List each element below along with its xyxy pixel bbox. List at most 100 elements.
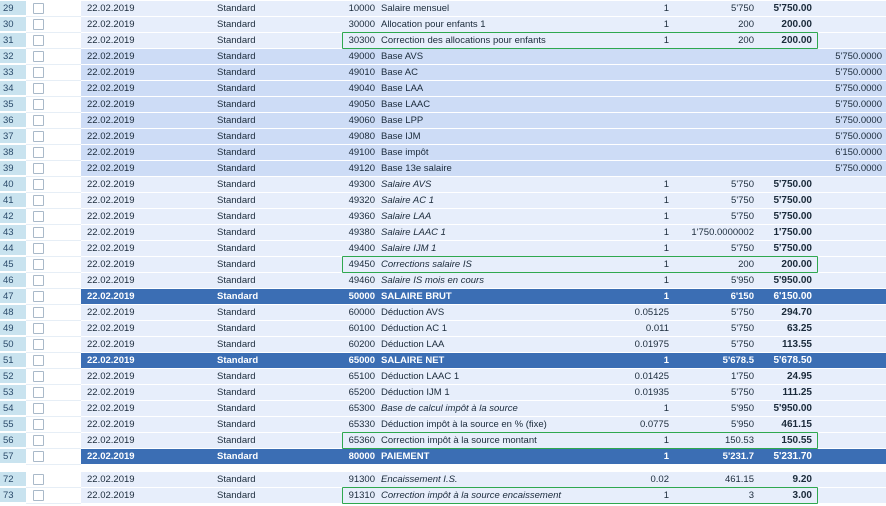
row-checkbox[interactable]	[33, 67, 44, 78]
cell-type: Standard	[217, 51, 256, 62]
row-checkbox[interactable]	[33, 490, 44, 501]
row-checkbox[interactable]	[33, 19, 44, 30]
cell-desc: Déduction AC 1	[381, 323, 448, 334]
row-select-cell	[26, 17, 81, 33]
row-checkbox[interactable]	[33, 435, 44, 446]
table-row[interactable]: 41 22.02.2019 Standard 49320 Salaire AC 1 1 5'…	[0, 193, 886, 209]
table-row[interactable]: 54 22.02.2019 Standard 65300 Base de calcul …	[0, 401, 886, 417]
cell-qty: 1	[663, 435, 669, 446]
table-row[interactable]: 32 22.02.2019 Standard 49000 Base AVS 5'750.0…	[0, 49, 886, 65]
row-checkbox[interactable]	[33, 339, 44, 350]
cell-qty: 0.011	[645, 323, 669, 334]
cell-type: Standard	[217, 474, 256, 485]
table-row[interactable]: 72 22.02.2019 Standard 91300 Encaissement I.…	[0, 472, 886, 488]
row-checkbox[interactable]	[33, 51, 44, 62]
row-checkbox[interactable]	[33, 419, 44, 430]
cell-code: 91300	[348, 474, 375, 485]
row-number: 36	[0, 113, 26, 128]
table-row[interactable]: 38 22.02.2019 Standard 49100 Base impôt 6'150…	[0, 145, 886, 161]
cell-desc: Salaire AC 1	[381, 195, 434, 206]
row-checkbox[interactable]	[33, 115, 44, 126]
row-cells: 22.02.2019 Standard 49120 Base 13e salaire 5…	[81, 161, 886, 177]
row-checkbox[interactable]	[33, 163, 44, 174]
table-row[interactable]: 56 22.02.2019 Standard 65360 Correction impô…	[0, 432, 886, 449]
row-checkbox[interactable]	[33, 403, 44, 414]
cell-type: Standard	[217, 275, 256, 286]
row-checkbox[interactable]	[33, 371, 44, 382]
table-row[interactable]: 52 22.02.2019 Standard 65100 Déduction LAAC …	[0, 369, 886, 385]
table-row[interactable]: 49 22.02.2019 Standard 60100 Déduction AC 1 0…	[0, 321, 886, 337]
cell-amt: 294.70	[781, 307, 812, 318]
row-number: 39	[0, 161, 26, 176]
table-row[interactable]: 40 22.02.2019 Standard 49300 Salaire AVS 1 5'7…	[0, 177, 886, 193]
cell-type: Standard	[217, 259, 256, 270]
row-checkbox[interactable]	[33, 323, 44, 334]
row-checkbox[interactable]	[33, 275, 44, 286]
row-number: 47	[0, 289, 26, 304]
table-row[interactable]: 48 22.02.2019 Standard 60000 Déduction AVS 0.…	[0, 305, 886, 321]
cell-date: 22.02.2019	[87, 131, 135, 142]
table-row[interactable]: 50 22.02.2019 Standard 60200 Déduction LAA 0.…	[0, 337, 886, 353]
cell-desc: Déduction IJM 1	[381, 387, 450, 398]
row-checkbox[interactable]	[33, 227, 44, 238]
row-checkbox[interactable]	[33, 474, 44, 485]
cell-code: 49050	[348, 99, 375, 110]
table-row[interactable]: 30 22.02.2019 Standard 30000 Allocation pour…	[0, 17, 886, 33]
table-row[interactable]: 55 22.02.2019 Standard 65330 Déduction impôt…	[0, 417, 886, 433]
table-row[interactable]: 53 22.02.2019 Standard 65200 Déduction IJM 1…	[0, 385, 886, 401]
row-number: 46	[0, 273, 26, 288]
table-row[interactable]: 35 22.02.2019 Standard 49050 Base LAAC 5'750.…	[0, 97, 886, 113]
table-row[interactable]: 39 22.02.2019 Standard 49120 Base 13e salair…	[0, 161, 886, 177]
table-row[interactable]: 36 22.02.2019 Standard 49060 Base LPP 5'750.0…	[0, 113, 886, 129]
cell-code: 65200	[348, 387, 375, 398]
row-checkbox[interactable]	[33, 259, 44, 270]
row-checkbox[interactable]	[33, 131, 44, 142]
row-checkbox[interactable]	[33, 147, 44, 158]
row-checkbox[interactable]	[33, 3, 44, 14]
cell-qty	[601, 97, 669, 112]
row-checkbox[interactable]	[33, 307, 44, 318]
row-checkbox[interactable]	[33, 83, 44, 94]
row-checkbox[interactable]	[33, 387, 44, 398]
cell-code: 49010	[348, 67, 375, 78]
cell-rate	[681, 129, 754, 144]
cell-base: 5'750.0000	[835, 115, 882, 126]
row-select-cell	[26, 225, 81, 241]
cell-desc: Salaire LAAC 1	[381, 227, 446, 238]
row-checkbox[interactable]	[33, 35, 44, 46]
table-row[interactable]: 44 22.02.2019 Standard 49400 Salaire IJM 1 1 5…	[0, 241, 886, 257]
row-select-cell	[26, 353, 81, 369]
cell-code: 30300	[348, 35, 375, 46]
cell-amt: 5'231.70	[773, 451, 812, 462]
table-row[interactable]: 43 22.02.2019 Standard 49380 Salaire LAAC 1 1…	[0, 225, 886, 241]
row-checkbox[interactable]	[33, 355, 44, 366]
table-row[interactable]: 45 22.02.2019 Standard 49450 Corrections sal…	[0, 256, 886, 273]
cell-amt	[761, 65, 812, 80]
total-row[interactable]: 57 22.02.2019 Standard 80000 PAIEMENT 1 5'231.…	[0, 449, 886, 465]
cell-qty	[601, 113, 669, 128]
row-checkbox[interactable]	[33, 211, 44, 222]
cell-qty: 1	[663, 355, 669, 366]
table-row[interactable]: 29 22.02.2019 Standard 10000 Salaire mensuel…	[0, 1, 886, 17]
row-checkbox[interactable]	[33, 291, 44, 302]
table-row[interactable]: 46 22.02.2019 Standard 49460 Salaire IS mois…	[0, 273, 886, 289]
table-row[interactable]: 34 22.02.2019 Standard 49040 Base LAA 5'750.0…	[0, 81, 886, 97]
total-row[interactable]: 47 22.02.2019 Standard 50000 SALAIRE BRUT 1 6'…	[0, 289, 886, 305]
table-row[interactable]: 37 22.02.2019 Standard 49080 Base IJM 5'750.0…	[0, 129, 886, 145]
row-checkbox[interactable]	[33, 243, 44, 254]
table-row[interactable]: 31 22.02.2019 Standard 30300 Correction des …	[0, 32, 886, 49]
table-row[interactable]: 33 22.02.2019 Standard 49010 Base AC 5'750.00…	[0, 65, 886, 81]
row-cells: 22.02.2019 Standard 65100 Déduction LAAC 1 0…	[81, 369, 886, 385]
cell-desc: Base LPP	[381, 115, 424, 126]
row-checkbox[interactable]	[33, 195, 44, 206]
total-row[interactable]: 51 22.02.2019 Standard 65000 SALAIRE NET 1 5'6…	[0, 353, 886, 369]
row-checkbox[interactable]	[33, 179, 44, 190]
cell-amt: 5'750.00	[773, 3, 812, 14]
row-checkbox[interactable]	[33, 451, 44, 462]
row-checkbox[interactable]	[33, 99, 44, 110]
table-row[interactable]: 42 22.02.2019 Standard 49360 Salaire LAA 1 5'7…	[0, 209, 886, 225]
cell-rate	[681, 145, 754, 160]
cell-rate: 150.53	[724, 435, 754, 446]
cell-date: 22.02.2019	[87, 259, 135, 270]
table-row[interactable]: 73 22.02.2019 Standard 91310 Correction impô…	[0, 487, 886, 504]
